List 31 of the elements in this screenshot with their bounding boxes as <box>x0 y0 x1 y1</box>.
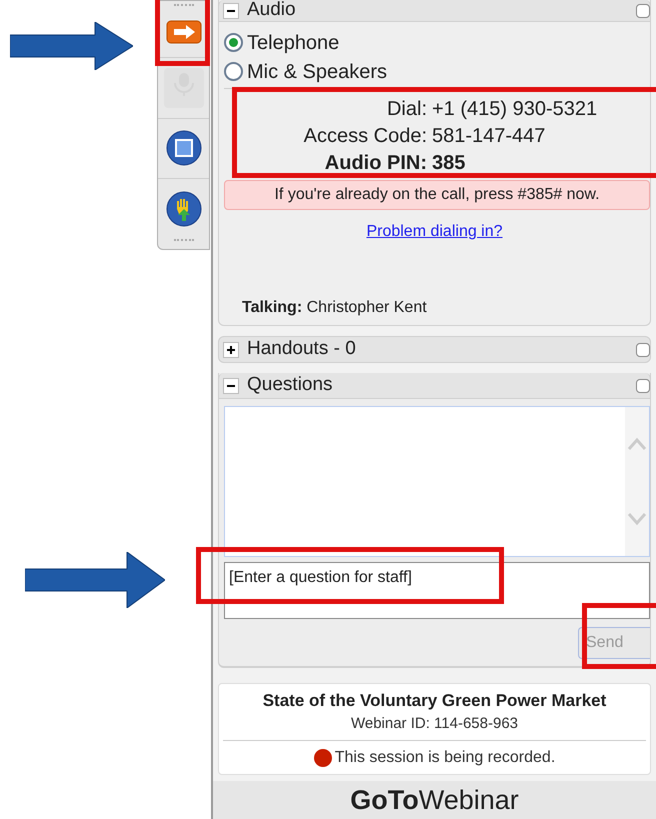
recording-notice: This session is being recorded. <box>334 748 556 768</box>
help-link[interactable]: Problem dialing in? <box>366 220 503 240</box>
collapse-icon[interactable] <box>223 378 239 394</box>
highlight-frame <box>155 0 210 66</box>
field-value: +1 (415) 930-5321 <box>432 97 598 122</box>
notice-banner: If you're already on the call, press #385# now. <box>224 180 650 210</box>
radio-button[interactable] <box>224 33 243 52</box>
popout-icon[interactable] <box>636 4 650 18</box>
screen-icon[interactable] <box>166 130 202 166</box>
radio-option[interactable]: Mic & Speakers <box>224 57 650 86</box>
radio-option[interactable]: Telephone <box>224 28 650 57</box>
talking-status: Talking: Christopher Kent <box>241 298 428 316</box>
session-title: State of the Voluntary Green Power Market <box>262 690 606 712</box>
field-label: Audio PIN: <box>324 151 427 176</box>
popout-icon[interactable] <box>636 342 650 356</box>
question-input[interactable]: [Enter a question for staff] <box>224 562 650 619</box>
hand-icon[interactable] <box>166 191 202 228</box>
expand-icon[interactable] <box>223 342 239 358</box>
grip-icon[interactable] <box>174 4 194 8</box>
field-label: Access Code: <box>302 124 427 149</box>
collapse-icon[interactable] <box>223 2 239 18</box>
recording-icon <box>314 749 332 767</box>
popout-icon[interactable] <box>636 378 650 392</box>
radio-button[interactable] <box>224 62 243 81</box>
field-value: 581-147-447 <box>432 124 546 149</box>
field-value: 385 <box>432 151 466 176</box>
grip-icon[interactable] <box>174 239 194 243</box>
field-label: Dial: <box>386 97 427 122</box>
webinar-id: Webinar ID: 114-658-963 <box>350 714 518 734</box>
brand-logo: GoToWebinar <box>350 784 519 817</box>
section-title[interactable]: Audio <box>247 0 296 25</box>
